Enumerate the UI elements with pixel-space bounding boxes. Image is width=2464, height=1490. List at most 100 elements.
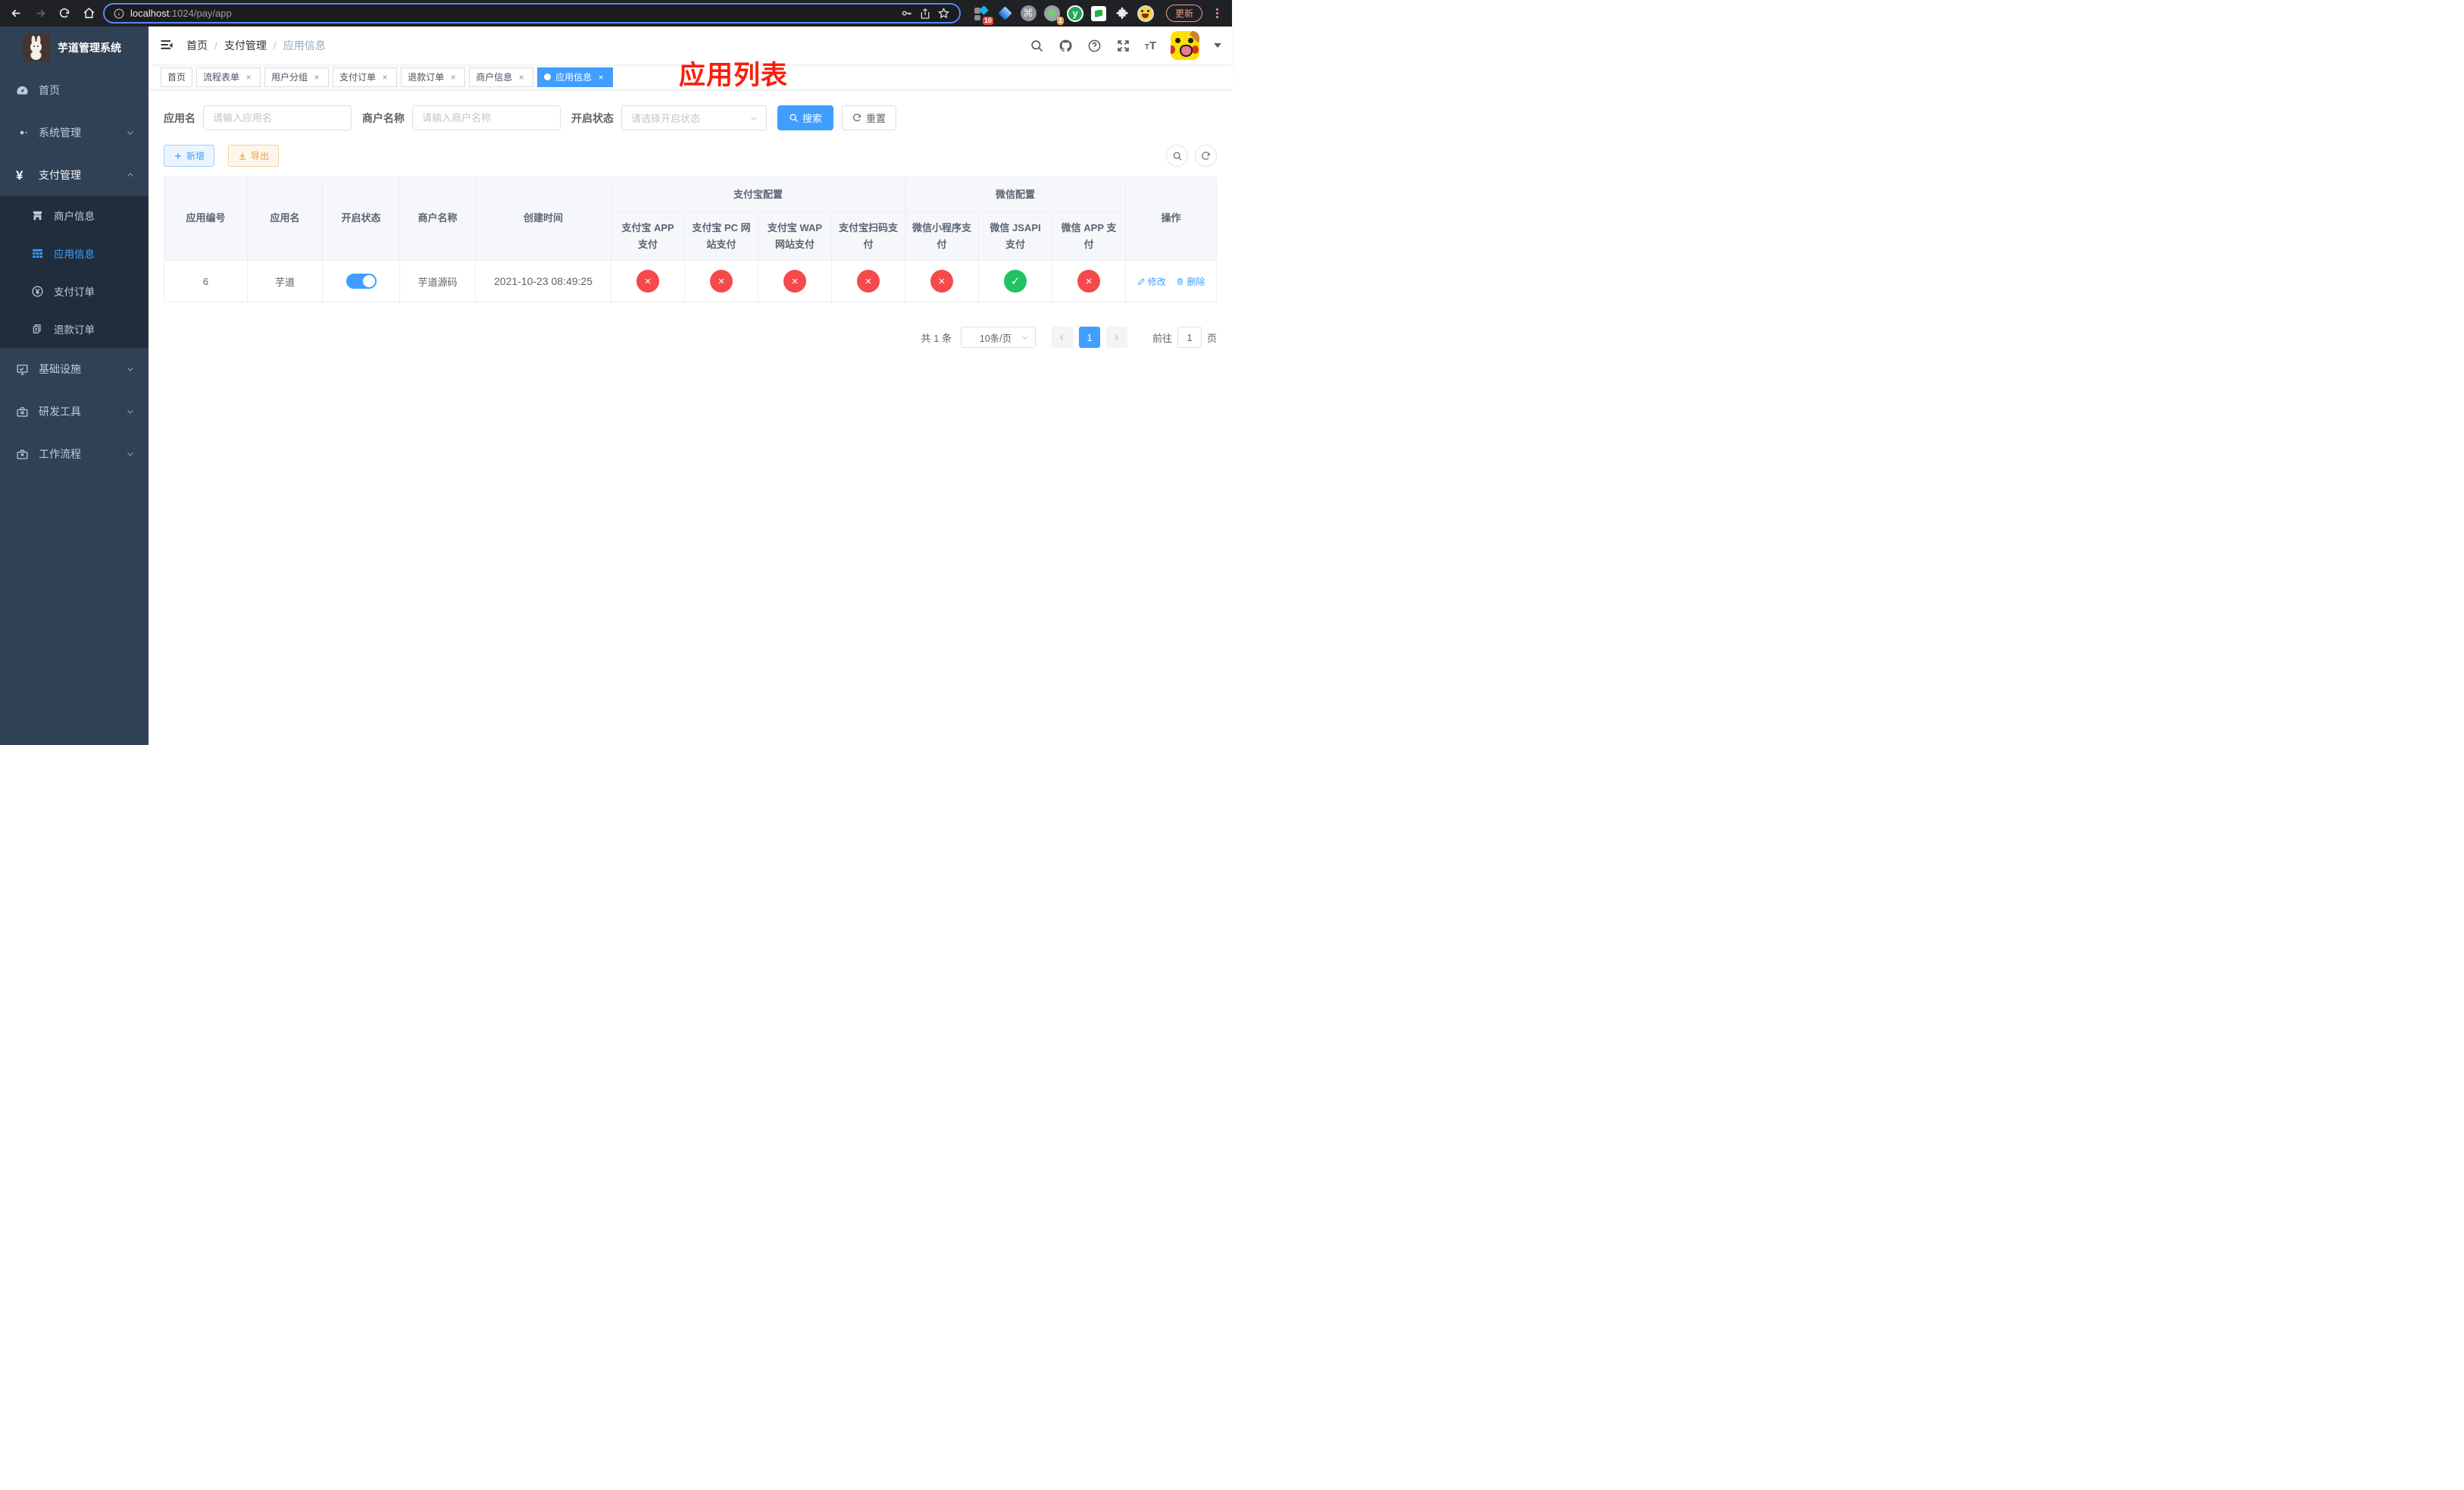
close-icon[interactable]: × — [380, 72, 390, 83]
github-icon[interactable] — [1058, 39, 1073, 53]
refresh-table-button[interactable] — [1195, 145, 1217, 167]
app-logo — [23, 34, 50, 61]
breadcrumb-current: 应用信息 — [283, 39, 326, 52]
status-select[interactable]: 请选择开启状态 — [621, 105, 767, 130]
search-icon[interactable] — [1030, 39, 1044, 53]
tab-merchant-info[interactable]: 商户信息 × — [469, 67, 534, 87]
help-icon[interactable] — [1087, 39, 1102, 53]
prev-page-button[interactable] — [1051, 327, 1073, 348]
chrome-update-button[interactable]: 更新 — [1166, 5, 1203, 22]
edit-link[interactable]: 修改 — [1137, 275, 1166, 288]
user-avatar[interactable] — [1171, 31, 1199, 60]
sidebar-item-system[interactable]: 系统管理 — [0, 111, 149, 154]
app-name-input[interactable] — [203, 105, 352, 130]
home-icon[interactable] — [79, 4, 98, 23]
sidebar-item-infrastructure[interactable]: 基础设施 — [0, 348, 149, 390]
cell-merchant: 芋道源码 — [399, 260, 476, 302]
extensions-puzzle-icon[interactable] — [1114, 5, 1130, 22]
sidebar-item-refund-order[interactable]: 退款订单 — [0, 310, 149, 348]
alipay-wap-status-icon: × — [783, 270, 806, 293]
shop-icon — [31, 209, 44, 222]
group-wechat-config: 微信配置 — [905, 177, 1127, 213]
font-size-icon[interactable]: TT — [1145, 40, 1156, 52]
url-bar[interactable]: localhost:1024/pay/app — [103, 3, 961, 23]
extension-y-icon[interactable]: y — [1067, 5, 1083, 22]
page-number-1[interactable]: 1 — [1078, 327, 1100, 348]
extension-chat-icon[interactable] — [1090, 5, 1107, 22]
app-logo-row[interactable]: 芋道管理系统 — [0, 27, 149, 69]
wx-jsapi-status-icon: ✓ — [1004, 270, 1027, 293]
extension-blocks-icon[interactable]: 10 — [973, 5, 993, 25]
toggle-search-button[interactable] — [1166, 145, 1188, 167]
edit-pencil-icon — [1138, 277, 1145, 285]
page-size-select[interactable]: 10条/页 — [960, 327, 1036, 348]
tab-refund-order[interactable]: 退款订单 × — [401, 67, 466, 87]
close-icon[interactable]: × — [448, 72, 458, 83]
yen-icon: ¥ — [16, 167, 23, 183]
col-actions: 操作 — [1125, 177, 1217, 261]
search-button[interactable]: 搜索 — [777, 105, 834, 130]
close-icon[interactable]: × — [243, 72, 254, 83]
plus-icon — [175, 152, 181, 159]
group-alipay-config: 支付宝配置 — [610, 177, 906, 213]
goto-page-input[interactable] — [1177, 327, 1202, 348]
forward-icon[interactable] — [30, 4, 50, 23]
tab-user-group[interactable]: 用户分组 × — [264, 67, 330, 87]
col-alipay-qr: 支付宝扫码支付 — [830, 212, 906, 261]
extension-kite-icon[interactable] — [996, 5, 1013, 22]
col-alipay-pc: 支付宝 PC 网站支付 — [684, 212, 758, 261]
cell-created: 2021-10-23 08:49:25 — [475, 260, 611, 302]
delete-link[interactable]: 删除 — [1176, 275, 1205, 288]
sidebar-item-payment[interactable]: ¥ 支付管理 — [0, 154, 149, 196]
extension-command-icon[interactable]: ⌘ — [1020, 5, 1037, 22]
close-icon[interactable]: × — [311, 72, 322, 83]
reload-icon[interactable] — [55, 4, 74, 23]
alipay-qr-status-icon: × — [857, 270, 880, 293]
close-icon[interactable]: × — [596, 72, 606, 83]
sidebar-item-app-info[interactable]: 应用信息 — [0, 234, 149, 272]
page-content: 应用名 商户名称 开启状态 请选择开启状态 搜索 重置 — [149, 90, 1232, 745]
bookmark-star-icon[interactable] — [937, 7, 950, 20]
table-toolbar: 新增 导出 — [164, 145, 1217, 167]
app-name-label: 应用名 — [164, 111, 195, 124]
sidebar-item-merchant-info[interactable]: 商户信息 — [0, 196, 149, 234]
tab-home[interactable]: 首页 — [161, 67, 193, 87]
browser-menu-icon[interactable] — [1212, 8, 1222, 18]
sidebar-item-home[interactable]: 首页 — [0, 69, 149, 111]
user-menu-caret-icon[interactable] — [1214, 43, 1221, 48]
sidebar: 芋道管理系统 首页 系统管理 ¥ 支付管理 商户信息 应用信息 支付订单 退款订… — [0, 27, 149, 745]
fullscreen-icon[interactable] — [1116, 39, 1130, 53]
close-icon[interactable]: × — [516, 72, 527, 83]
breadcrumb-home[interactable]: 首页 — [186, 38, 208, 53]
enabled-switch[interactable] — [346, 274, 377, 289]
password-key-icon[interactable] — [900, 7, 913, 20]
url-text: localhost:1024/pay/app — [130, 8, 232, 19]
sidebar-item-workflow[interactable]: 工作流程 — [0, 433, 149, 475]
profile-avatar-icon[interactable] — [1137, 5, 1154, 22]
extension-icons: 10 ⌘ 1 y — [973, 5, 1154, 25]
tab-pay-order[interactable]: 支付订单 × — [333, 67, 398, 87]
back-icon[interactable] — [6, 4, 26, 23]
merchant-name-label: 商户名称 — [362, 111, 405, 124]
extension-recorder-icon[interactable]: 1 — [1043, 5, 1064, 25]
col-wx-app: 微信 APP 支付 — [1052, 212, 1127, 261]
monitor-icon — [16, 363, 29, 376]
add-button[interactable]: 新增 — [164, 145, 215, 167]
refresh-icon — [853, 114, 861, 121]
app-table: 应用编号 应用名 开启状态 商户名称 创建时间 支付宝配置 微信配置 操作 支付… — [164, 177, 1217, 302]
sidebar-fold-icon[interactable] — [159, 37, 176, 54]
merchant-name-input[interactable] — [412, 105, 561, 130]
share-icon[interactable] — [919, 8, 931, 20]
sidebar-item-dev-tools[interactable]: 研发工具 — [0, 390, 149, 433]
reset-button[interactable]: 重置 — [842, 105, 897, 130]
export-button[interactable]: 导出 — [228, 145, 280, 167]
chevron-down-icon — [126, 407, 135, 416]
breadcrumb: 首页 / 支付管理 / 应用信息 — [186, 38, 326, 53]
tab-app-info[interactable]: 应用信息 × — [537, 67, 614, 87]
breadcrumb-payment[interactable]: 支付管理 — [224, 38, 267, 53]
tab-process-form[interactable]: 流程表单 × — [196, 67, 261, 87]
grid-icon — [31, 247, 44, 260]
page-info-icon[interactable] — [114, 8, 124, 19]
next-page-button[interactable] — [1105, 327, 1127, 348]
sidebar-item-pay-order[interactable]: 支付订单 — [0, 272, 149, 310]
